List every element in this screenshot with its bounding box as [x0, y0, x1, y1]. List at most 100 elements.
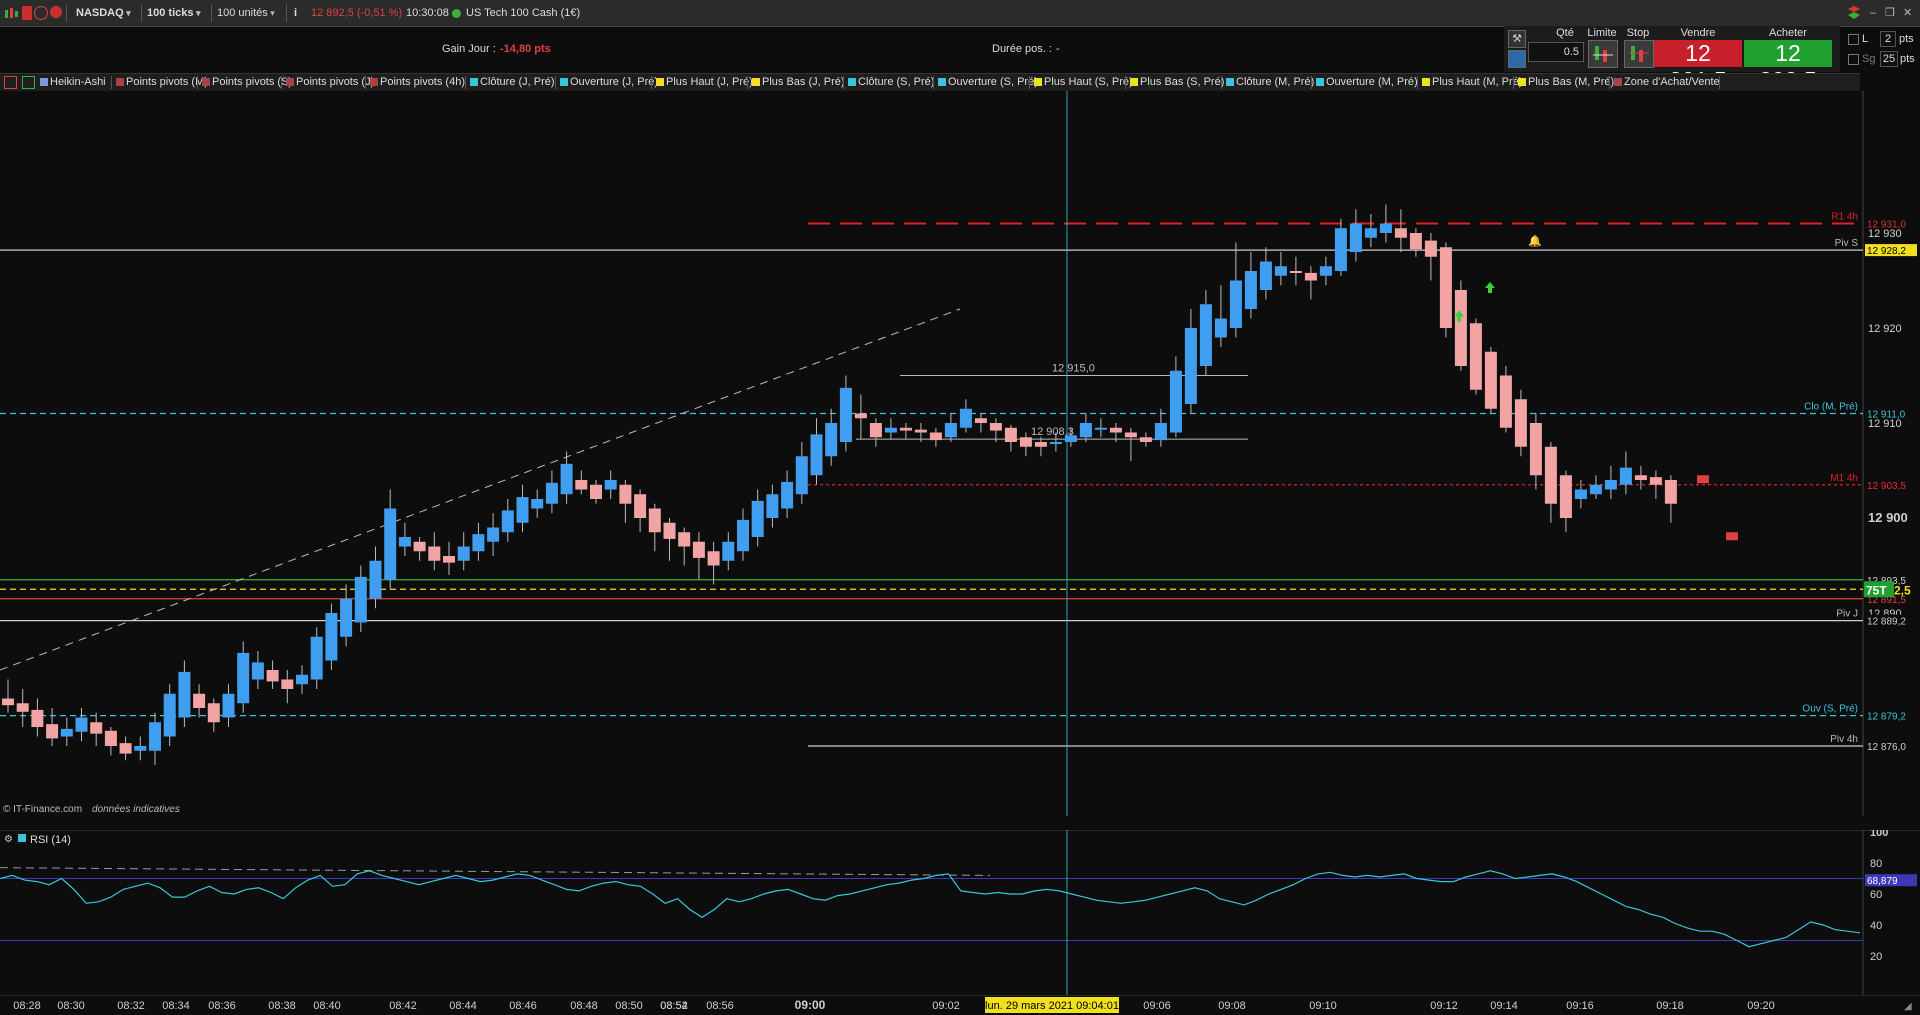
time-axis-label: 09:18: [1656, 1000, 1684, 1012]
l-checkbox[interactable]: [1848, 34, 1859, 45]
pts-input[interactable]: 2: [1880, 31, 1896, 47]
pts-label: pts: [1899, 33, 1914, 45]
indicator-separator: [281, 76, 282, 89]
rsi-background: [0, 830, 1920, 995]
indicator-separator: [843, 76, 844, 89]
wrench-icon[interactable]: ⚒: [1508, 30, 1526, 48]
indicator-icon[interactable]: [22, 6, 32, 20]
time-axis-label: 08:28: [13, 1000, 41, 1012]
indicator-item[interactable]: Clôture (M, Pré): [1224, 75, 1314, 90]
time-axis-label: 08:46: [509, 1000, 537, 1012]
l-label: L: [1862, 33, 1869, 45]
indicator-separator: [1221, 76, 1222, 89]
candle-body: [1649, 477, 1662, 485]
time-axis-label: 09:06: [1143, 1000, 1171, 1012]
indicator-item[interactable]: Plus Bas (S, Pré): [1128, 75, 1224, 90]
stop-button[interactable]: [1624, 40, 1654, 68]
candle-body: [1469, 323, 1482, 390]
indicator-bar: Heikin-Ashi Points pivots (M) Points pivot…: [0, 73, 1860, 92]
indicator-item[interactable]: Clôture (J, Pré): [468, 75, 555, 90]
indicator-item[interactable]: Clôture (S, Pré): [846, 75, 934, 90]
alert-icon[interactable]: [50, 6, 62, 18]
candle-body: [296, 674, 308, 685]
indicator-item[interactable]: Points pivots (M): [114, 75, 208, 90]
candle-body: [1064, 435, 1077, 442]
indicator-item[interactable]: Heikin-Ashi: [38, 75, 106, 90]
indicator-label: Plus Haut (J, Pré): [666, 76, 753, 88]
indicator-item[interactable]: Plus Haut (M, Pré): [1420, 75, 1522, 90]
candle-body: [1394, 228, 1407, 238]
rsi-value-tag: 68,879: [1867, 876, 1898, 887]
indicator-item[interactable]: Points pivots (J): [284, 75, 374, 90]
indicator-color-swatch: [1226, 78, 1234, 86]
top-toolbar: NASDAQ 100 ticks 100 unités i 12 892,5 (…: [0, 0, 1920, 27]
app-logo-icon[interactable]: [1846, 5, 1862, 21]
indicator-color-swatch: [1130, 78, 1138, 86]
sg-checkbox[interactable]: [1848, 54, 1859, 65]
candle-body: [1319, 266, 1332, 276]
info-icon[interactable]: i: [294, 4, 297, 22]
indicator-label: Ouverture (S, Pré): [948, 76, 1038, 88]
indicator-item[interactable]: Plus Bas (J, Pré): [750, 75, 845, 90]
indicator-label: Ouverture (M, Pré): [1326, 76, 1418, 88]
calculator-icon[interactable]: [1508, 50, 1526, 68]
candle-body: [590, 484, 602, 499]
chart-type-icon[interactable]: [4, 6, 18, 20]
indicator-item[interactable]: Ouverture (S, Pré): [936, 75, 1038, 90]
minimize-button[interactable]: –: [1870, 4, 1876, 22]
indicator-item[interactable]: Points pivots (S): [200, 75, 292, 90]
indicator-item[interactable]: Plus Haut (S, Pré): [1032, 75, 1133, 90]
candle-body: [944, 423, 957, 438]
clock-icon[interactable]: [34, 6, 48, 20]
time-axis-label: 09:20: [1747, 1000, 1775, 1012]
sell-button[interactable]: 12 891,5: [1654, 40, 1742, 93]
indicator-item[interactable]: Ouverture (J, Pré): [558, 75, 658, 90]
indicator-separator: [747, 76, 748, 89]
close-button[interactable]: ✕: [1903, 4, 1912, 22]
indicator-label: Clôture (J, Pré): [480, 76, 555, 88]
rsi-axis-label: 60: [1870, 889, 1882, 901]
ticks-dropdown[interactable]: 100 ticks: [147, 4, 201, 22]
indicator-item[interactable]: Ouverture (M, Pré): [1314, 75, 1418, 90]
time-axis-label: 08:36: [208, 1000, 236, 1012]
indicator-item[interactable]: Plus Haut (J, Pré): [654, 75, 753, 90]
candle-body: [974, 418, 987, 423]
candle-body: [781, 481, 794, 509]
duree-label: Durée pos. :: [992, 43, 1052, 55]
indicator-label: Plus Haut (M, Pré): [1432, 76, 1523, 88]
instrument-dropdown[interactable]: NASDAQ: [76, 4, 131, 22]
indicator-item[interactable]: Plus Bas (M, Pré): [1516, 75, 1614, 90]
qty-input[interactable]: 0.5: [1528, 42, 1584, 62]
indicator-label: Zone d'Achat/Vente: [1624, 76, 1720, 88]
units-dropdown[interactable]: 100 unités: [217, 4, 275, 22]
candle-body: [2, 698, 14, 706]
buy-button[interactable]: 12 893,5: [1744, 40, 1832, 93]
price-chart[interactable]: 12 93012 92012 91012 90012 890R1 4h12 93…: [0, 91, 1920, 816]
candle-body: [60, 728, 73, 737]
pos-input[interactable]: 25: [1880, 51, 1898, 67]
indicator-item[interactable]: Zone d'Achat/Vente: [1612, 75, 1720, 90]
rsi-panel[interactable]: ⚙ RSI (14) 100 80 60 40 20 68,879: [0, 830, 1920, 995]
indicator-color-swatch: [1316, 78, 1324, 86]
candle-body: [869, 423, 882, 438]
candle-body: [1019, 437, 1032, 447]
candle-body: [1304, 272, 1317, 281]
add-indicator-icon[interactable]: [22, 76, 35, 89]
candle-body: [90, 722, 103, 734]
time-axis-label: 08:56: [706, 1000, 734, 1012]
rsi-title: RSI (14): [30, 834, 71, 846]
remove-indicator-icon[interactable]: [4, 76, 17, 89]
indicator-separator: [651, 76, 652, 89]
pos-label: pts: [1900, 53, 1915, 65]
candle-body: [575, 480, 588, 490]
candle-body: [1619, 467, 1632, 485]
indicator-color-swatch: [1614, 78, 1622, 86]
indicator-item[interactable]: Points pivots (4h): [368, 75, 465, 90]
level-tag: 12 889,2: [1867, 617, 1906, 628]
restore-button[interactable]: ❐: [1885, 4, 1895, 22]
indicator-color-swatch: [848, 78, 856, 86]
indicator-color-swatch: [470, 78, 478, 86]
limit-button[interactable]: [1588, 40, 1618, 68]
candle-body: [899, 427, 912, 431]
candle-body: [707, 551, 720, 566]
